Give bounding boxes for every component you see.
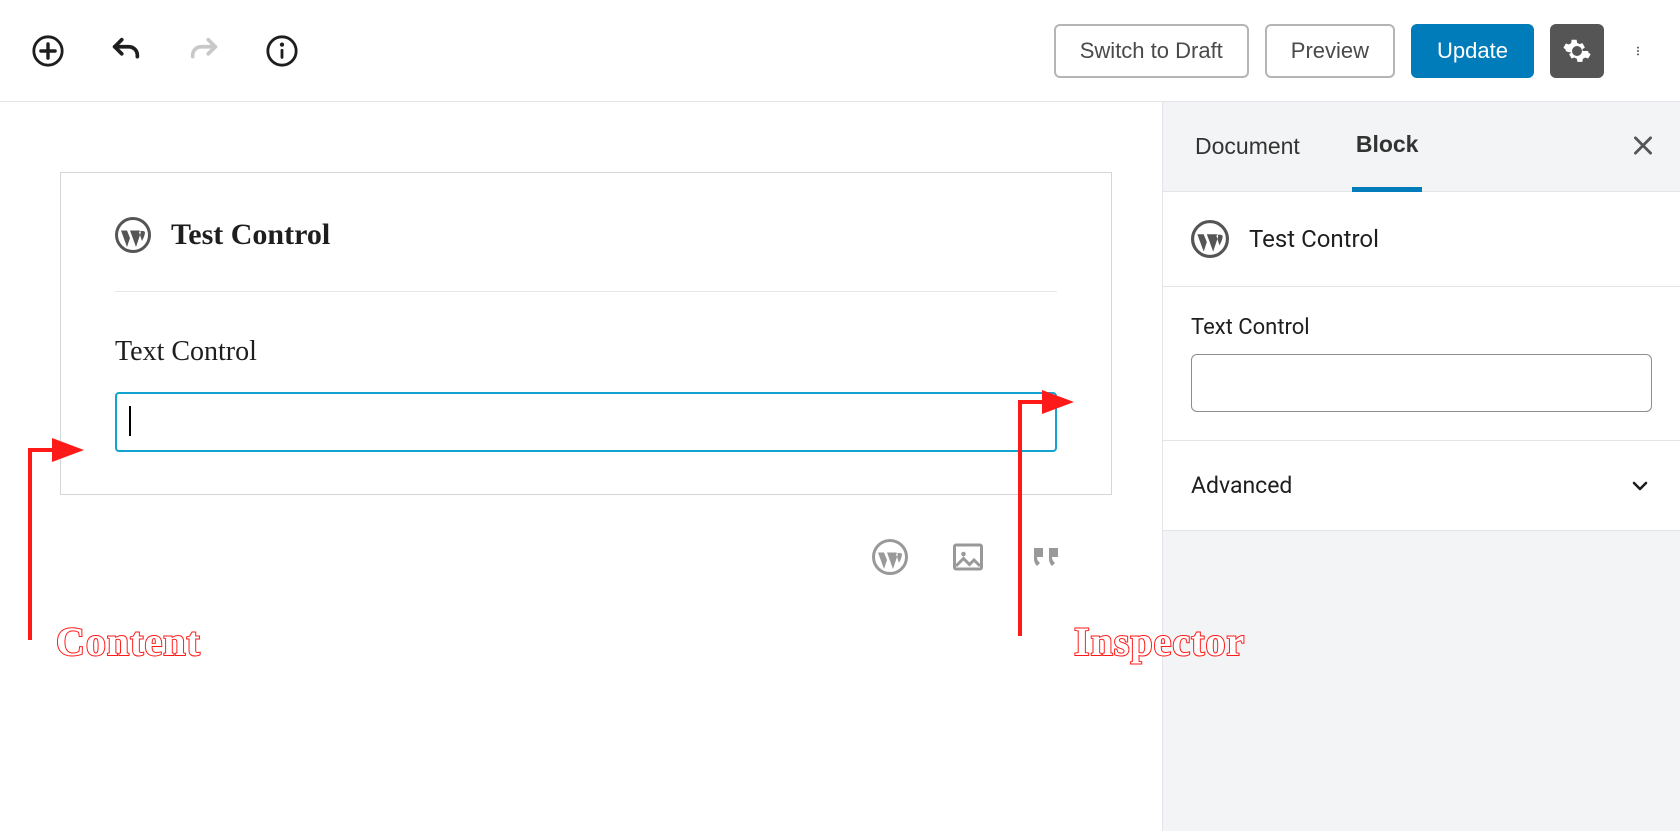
plus-circle-icon — [31, 34, 65, 68]
block-card: Test Control — [1163, 192, 1680, 287]
wordpress-icon — [115, 217, 151, 253]
test-control-block[interactable]: Test Control Text Control — [60, 172, 1112, 495]
content-input-wrapper — [115, 392, 1057, 452]
block-divider — [115, 291, 1057, 292]
sidebar-tabs: Document Block — [1163, 102, 1680, 192]
settings-sidebar: Document Block Test Control Text Control… — [1162, 102, 1680, 831]
block-title: Test Control — [171, 218, 330, 252]
annotation-content-label: Content — [56, 618, 201, 665]
gear-icon — [1562, 36, 1592, 66]
switch-to-draft-button[interactable]: Switch to Draft — [1054, 24, 1249, 78]
info-button[interactable] — [264, 33, 300, 69]
preview-button[interactable]: Preview — [1265, 24, 1395, 78]
sidebar-empty — [1163, 531, 1680, 831]
content-field-label: Text Control — [115, 336, 1057, 368]
annotation-arrow-inspector — [1010, 392, 1080, 656]
update-button[interactable]: Update — [1411, 24, 1534, 78]
add-block-button[interactable] — [30, 33, 66, 69]
redo-icon — [187, 34, 221, 68]
sidebar-block-title: Test Control — [1249, 225, 1379, 253]
chevron-down-icon — [1628, 474, 1652, 498]
close-sidebar-button[interactable] — [1630, 132, 1656, 161]
advanced-label: Advanced — [1191, 472, 1292, 499]
block-header: Test Control — [115, 217, 1057, 253]
settings-button[interactable] — [1550, 24, 1604, 78]
more-vertical-icon — [1633, 31, 1643, 71]
redo-button[interactable] — [186, 33, 222, 69]
editor-canvas: Test Control Text Control — [0, 102, 1162, 831]
tab-document[interactable]: Document — [1191, 102, 1304, 192]
info-icon — [265, 34, 299, 68]
toolbar-left — [30, 33, 300, 69]
toolbar-right: Switch to Draft Preview Update — [1054, 24, 1656, 78]
image-icon — [950, 539, 986, 575]
quick-inserter — [60, 539, 1112, 578]
undo-icon — [109, 34, 143, 68]
tab-block[interactable]: Block — [1352, 102, 1423, 192]
wordpress-icon — [1191, 220, 1229, 258]
content-text-input[interactable] — [115, 392, 1057, 452]
wordpress-icon — [872, 539, 908, 575]
advanced-panel-toggle[interactable]: Advanced — [1163, 441, 1680, 531]
inserter-wordpress[interactable] — [872, 539, 908, 578]
editor-toolbar: Switch to Draft Preview Update — [0, 0, 1680, 102]
inspector-text-input[interactable] — [1191, 354, 1652, 412]
inspector-field-label: Text Control — [1191, 315, 1652, 340]
close-icon — [1630, 132, 1656, 158]
annotation-inspector-label: Inspector — [1074, 618, 1245, 665]
undo-button[interactable] — [108, 33, 144, 69]
inspector-controls: Text Control — [1163, 287, 1680, 441]
more-options-button[interactable] — [1620, 24, 1656, 78]
inserter-image[interactable] — [950, 539, 986, 578]
